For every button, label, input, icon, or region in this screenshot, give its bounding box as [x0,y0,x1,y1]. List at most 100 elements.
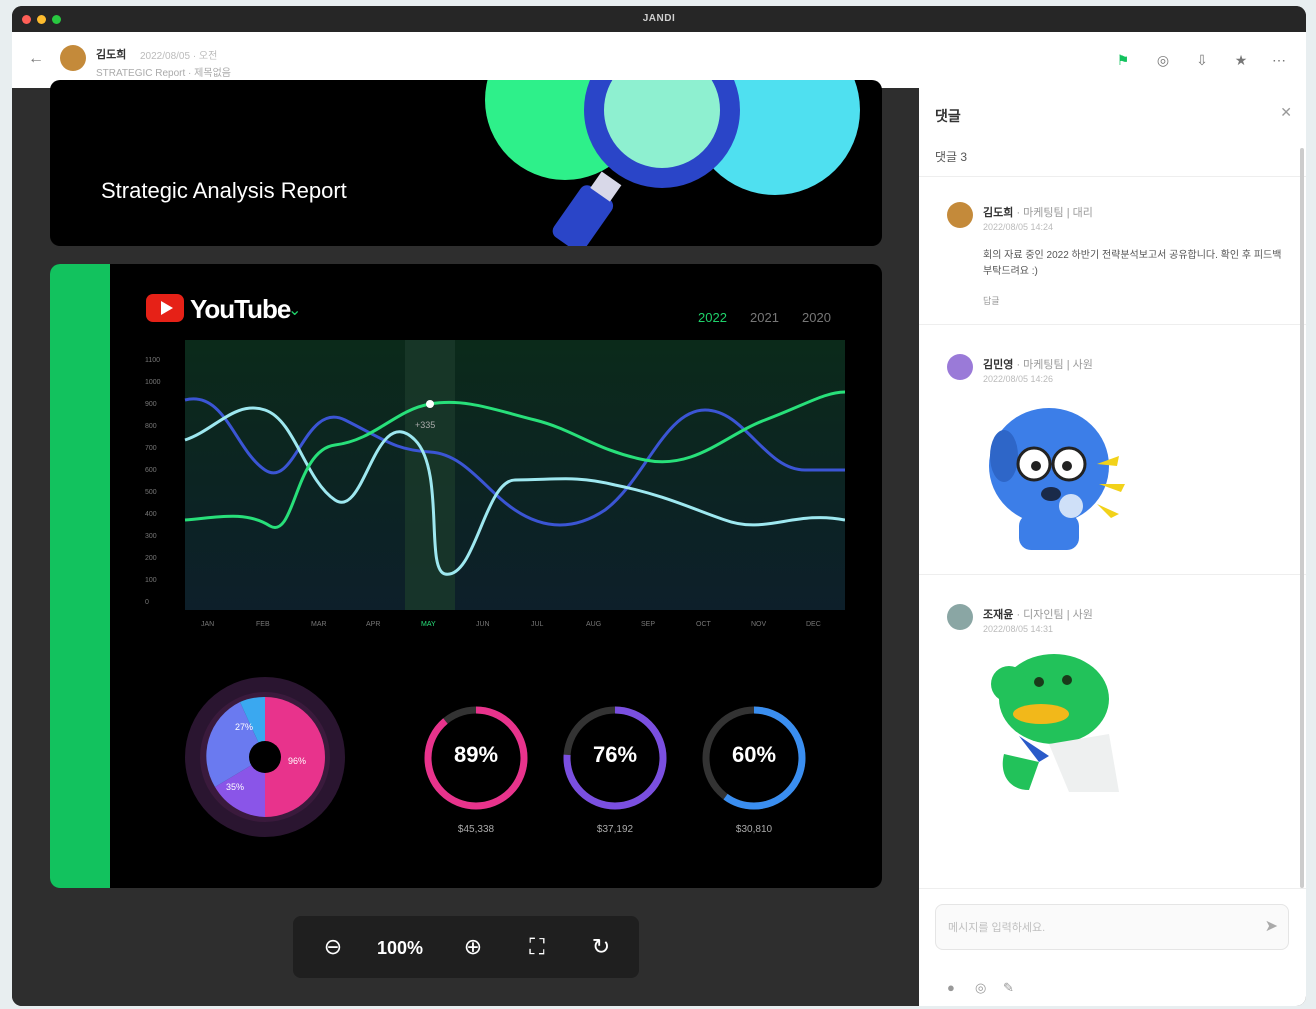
y-tick-label: 100 [145,577,157,584]
avatar [947,202,973,228]
close-icon[interactable]: ✕ [1280,104,1292,121]
ring-gauge-1: 89% [422,704,530,812]
zoom-level: 100% [377,938,424,958]
donut-label-3: 35% [226,782,244,792]
comment-icon[interactable]: ⚑ [1112,49,1134,71]
more-icon[interactable]: ⋯ [1268,49,1290,71]
ring-value: 60% [731,742,777,767]
magnifier-illustration [485,80,860,246]
donut-chart: 27% 96% 35% [185,677,345,837]
x-tick-label: JAN [201,621,214,628]
comment-date: 2022/08/05 14:31 [983,624,1054,634]
donut-label-2: 96% [288,756,306,766]
app-window: JANDI ← 김도희 2022/08/05 · 오전 STRATEGIC Re… [12,6,1306,1006]
report-title: Strategic Analysis Report [101,178,347,203]
y-tick-label: 300 [145,533,157,540]
y-tick-label: 500 [145,489,157,496]
report-cover: Strategic Analysis Report [50,80,882,246]
star-icon[interactable]: ★ [1230,49,1252,71]
title-bar: JANDI [12,6,1306,32]
ring-value: 76% [592,742,638,767]
comment-input[interactable]: 메시지를 입력하세요. ➤ [935,904,1289,950]
avatar [947,604,973,630]
ring-subvalue: $45,338 [457,824,495,835]
window-title: JANDI [642,13,676,24]
x-tick-label: OCT [696,621,712,628]
y-tick-label: 200 [145,555,157,562]
y-tick-label: 1000 [145,379,161,386]
comment-date: 2022/08/05 14:26 [983,374,1054,384]
x-tick-label: FEB [256,621,270,628]
x-tick-label: MAR [311,621,327,628]
chevron-down-icon[interactable]: ⌄ [288,300,301,320]
ring-gauge-2: 76% [561,704,669,812]
y-tick-label: 800 [145,423,157,430]
dog-sticker [989,408,1125,550]
tooltip-value: +335 [415,420,435,430]
brand-name: YouTube [190,294,291,324]
plot-area [185,340,845,610]
x-tick-label: NOV [751,621,767,628]
comment-text: 회의 자료 중인 2022 하반기 전략분석보고서 공유합니다. 확인 후 피드… [983,250,1282,277]
rotate-icon[interactable]: ↻ [583,929,619,965]
x-tick-label: JUL [531,621,544,628]
fullscreen-icon[interactable]: ⛶ [519,929,555,965]
comment-panel: 댓글 ✕ 댓글 3 김도희 · 마케팅팀 | 대리 2022/08/05 14:… [919,88,1306,1006]
y-tick-label: 1100 [145,357,160,364]
ring-gauge-3: 60% [700,704,808,812]
send-icon[interactable]: ➤ [1265,916,1278,936]
divider [919,888,1306,889]
back-arrow-icon[interactable]: ← [28,50,44,68]
x-tick-label: DEC [806,621,821,628]
emoji-icon[interactable]: ● [947,980,955,995]
comment-author: 김도희 · 마케팅팀 | 대리 [983,207,1093,219]
mention-icon[interactable]: ◎ [975,980,986,996]
avatar [947,354,973,380]
divider [919,574,1306,575]
y-tick-label: 400 [145,511,157,518]
highlight-point[interactable] [426,400,434,408]
x-tick-label: AUG [586,621,601,628]
y-axis: 110010009008007006005004003002001000 [145,357,161,606]
divider [919,324,1306,325]
document-viewer: Strategic Analysis Report YouTube ⌄ 2022… [12,80,919,1006]
year-2022[interactable]: 2022 [698,310,727,325]
share-icon[interactable]: ◎ [1152,49,1174,71]
zoom-in-icon[interactable]: ⊕ [455,929,491,965]
crocodile-sticker [991,654,1119,792]
uploader-name: 김도희 [96,49,127,61]
y-tick-label: 900 [145,401,157,408]
comment-author: 조재윤 · 디자인팀 | 사원 [983,609,1093,621]
youtube-icon [146,294,184,322]
panel-title: 댓글 [935,108,961,124]
zoom-toolbar: ⊖ 100% ⊕ ⛶ ↻ [293,916,639,978]
line-chart: 110010009008007006005004003002001000 JAN… [145,340,845,628]
comment-author: 김민영 · 마케팅팀 | 사원 [983,359,1093,371]
file-name: STRATEGIC Report · 제목없음 [96,68,231,79]
y-tick-label: 600 [145,467,157,474]
avatar [60,45,86,71]
comment-date: 2022/08/05 14:24 [983,222,1054,232]
scrollbar[interactable] [1300,148,1304,888]
divider [919,176,1306,177]
year-2020[interactable]: 2020 [802,310,831,325]
download-icon[interactable]: ⇩ [1191,49,1213,71]
donut-label-1: 27% [235,722,253,732]
accent-bar [50,264,110,888]
y-tick-label: 0 [145,599,149,606]
zoom-out-icon[interactable]: ⊖ [315,929,351,965]
ring-subvalue: $37,192 [596,824,634,835]
x-tick-label: SEP [641,621,655,628]
x-tick-label: MAY [421,621,436,628]
x-tick-label: APR [366,621,380,628]
reply-link[interactable]: 답글 [983,294,1000,307]
ring-value: 89% [453,742,499,767]
attach-icon[interactable]: ✎ [1003,980,1014,996]
x-tick-label: JUN [476,621,490,628]
upload-meta: 2022/08/05 · 오전 [140,51,218,62]
comment-count: 댓글 3 [935,150,968,164]
x-axis: JAN FEB MAR APR MAY JUN JUL AUG SEP OCT NOV DEC [201,621,821,628]
input-placeholder: 메시지를 입력하세요. [948,922,1046,934]
y-tick-label: 700 [145,445,157,452]
year-2021[interactable]: 2021 [750,310,779,325]
